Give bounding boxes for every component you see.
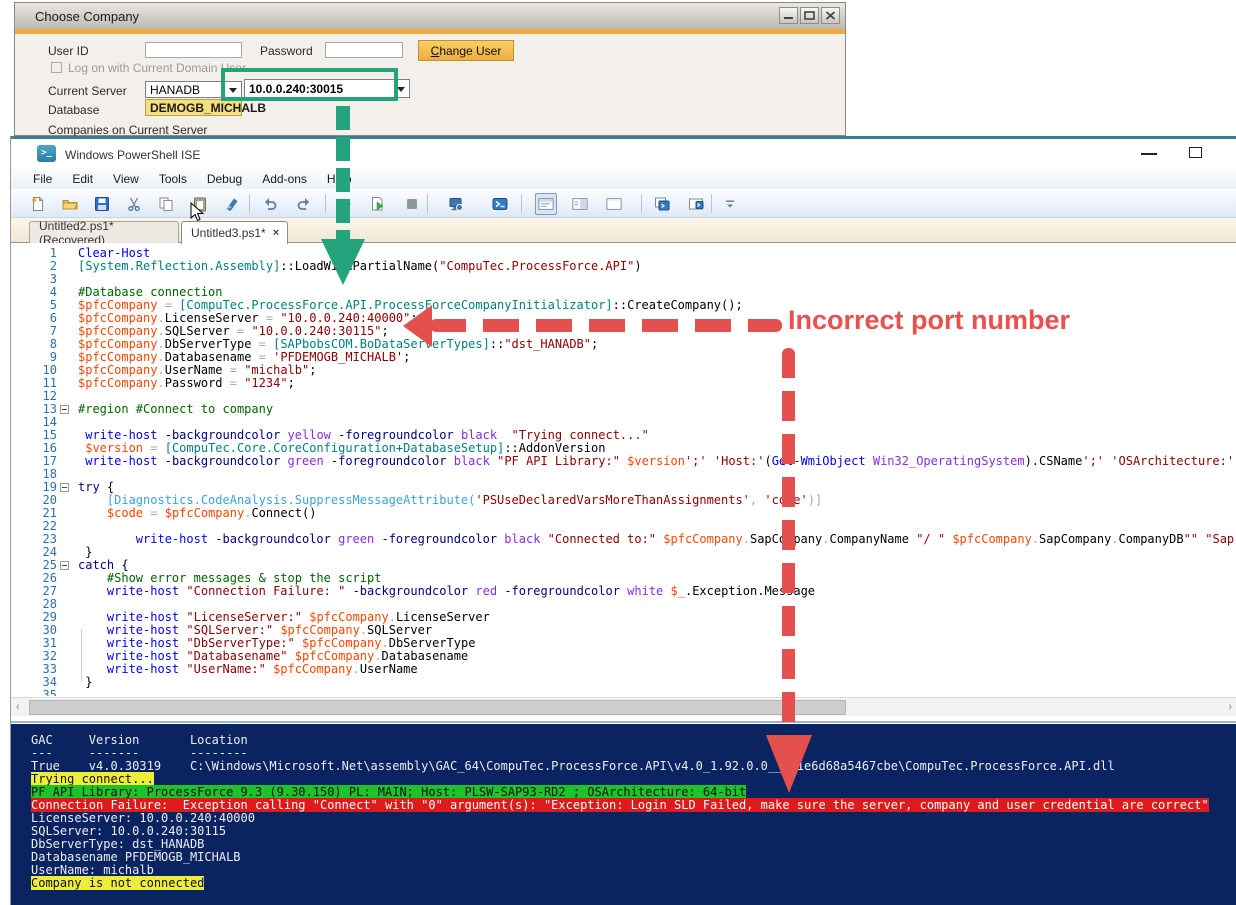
redo-icon[interactable] — [293, 193, 315, 215]
red-arrowhead-left — [403, 305, 432, 347]
choose-company-dialog: Choose Company User ID Password Change U… — [14, 2, 846, 136]
stop-icon[interactable] — [401, 193, 423, 215]
toolbar-separator — [711, 194, 712, 213]
toolbar-separator — [427, 194, 428, 213]
code-line: write-host "Connection Failure: " -backg… — [78, 585, 815, 598]
password-label: Password — [260, 44, 313, 58]
console-pane[interactable]: GAC Version Location--- ------- --------… — [11, 724, 1236, 905]
scroll-right-icon[interactable]: › — [1228, 701, 1232, 713]
red-dashed-arrow-line — [430, 319, 782, 332]
layout-script-max-icon[interactable] — [603, 193, 625, 215]
pane-divider — [11, 721, 1236, 723]
undo-icon[interactable] — [259, 193, 281, 215]
code-line: write-host "UserName:" $pfcCompany.UserN… — [78, 663, 418, 676]
menu-bar: FileEditViewToolsDebugAdd-onsHelp — [11, 168, 1236, 189]
toolbar-separator — [521, 194, 522, 213]
toolbar-separator — [641, 194, 642, 213]
console-line: True v4.0.30319 C:\Windows\Microsoft.Net… — [31, 760, 1115, 773]
new-remote-powershell-tab-icon[interactable] — [685, 193, 707, 215]
new-powershell-tab-icon[interactable] — [651, 193, 673, 215]
cut-icon[interactable] — [123, 193, 145, 215]
menu-edit[interactable]: Edit — [62, 170, 103, 188]
new-file-icon[interactable] — [27, 193, 49, 215]
window-title: Windows PowerShell ISE — [65, 148, 200, 162]
incorrect-port-annotation: Incorrect port number — [788, 305, 1070, 336]
remote-session-icon[interactable] — [445, 193, 467, 215]
code-line: } — [78, 676, 92, 689]
layout-script-right-icon[interactable] — [569, 193, 591, 215]
toolbar-separator — [325, 194, 326, 213]
red-arrowhead-down — [766, 735, 812, 793]
companies-label: Companies on Current Server — [48, 123, 207, 137]
open-folder-icon[interactable] — [59, 193, 81, 215]
menu-view[interactable]: View — [103, 170, 149, 188]
powershell-app-icon: >_ — [37, 145, 56, 162]
tab-close-icon[interactable]: × — [273, 227, 279, 239]
clear-console-icon[interactable] — [221, 193, 243, 215]
console-line: Company is not connected — [31, 877, 204, 890]
chevron-down-icon — [397, 87, 405, 92]
dialog-maximize-button[interactable] — [800, 7, 819, 24]
maximize-button[interactable] — [1189, 147, 1202, 158]
menu-tools[interactable]: Tools — [149, 170, 197, 188]
line-number: 35 — [21, 689, 57, 696]
menu-addons[interactable]: Add-ons — [252, 170, 317, 188]
user-id-label: User ID — [48, 44, 89, 58]
change-user-button[interactable]: Change User — [418, 40, 514, 61]
dialog-titlebar[interactable]: Choose Company — [15, 3, 845, 29]
fold-collapse-icon[interactable] — [60, 483, 69, 492]
green-highlight-box — [221, 68, 398, 101]
domain-user-checkbox[interactable] — [51, 62, 62, 73]
toolbar-separator — [249, 194, 250, 213]
minimize-button[interactable] — [1141, 153, 1157, 155]
dialog-minimize-button[interactable] — [779, 7, 798, 24]
mouse-cursor — [190, 202, 206, 229]
current-server-label: Current Server — [48, 84, 127, 98]
tab-untitled2-ps1-recovered-[interactable]: Untitled2.ps1*(Recovered) — [29, 221, 179, 243]
fold-collapse-icon[interactable] — [60, 561, 69, 570]
run-selection-icon[interactable] — [367, 193, 389, 215]
green-arrowhead-down — [321, 239, 365, 285]
editor-horizontal-scrollbar[interactable]: ‹ › — [11, 697, 1236, 716]
screenshot-root: Choose Company User ID Password Change U… — [0, 0, 1236, 905]
start-powershell-icon[interactable] — [489, 193, 511, 215]
database-value-field[interactable]: DEMOGB_MICHALB — [145, 99, 242, 116]
dialog-accent-bar — [15, 29, 845, 34]
code-line: $pfcCompany.Password = "1234"; — [78, 377, 295, 390]
ise-titlebar[interactable]: >_ Windows PowerShell ISE — [11, 139, 1236, 168]
overflow-icon[interactable] — [719, 193, 741, 215]
code-line: write-host -backgroundcolor green -foreg… — [78, 455, 1236, 468]
code-line: #region #Connect to company — [78, 403, 273, 416]
user-id-input[interactable] — [145, 42, 242, 58]
code-line: write-host -backgroundcolor green -foreg… — [78, 533, 1236, 546]
database-label: Database — [48, 103, 99, 117]
fold-collapse-icon[interactable] — [60, 405, 69, 414]
scrollbar-thumb[interactable] — [29, 700, 846, 715]
green-dashed-arrow-line — [336, 106, 350, 240]
scroll-left-icon[interactable]: ‹ — [16, 701, 20, 713]
copy-icon[interactable] — [155, 193, 177, 215]
code-line: $code = $pfcCompany.Connect() — [78, 507, 316, 520]
powershell-ise-window: >_ Windows PowerShell ISE FileEditViewTo… — [10, 136, 1236, 905]
password-input[interactable] — [325, 42, 403, 58]
menu-debug[interactable]: Debug — [197, 170, 252, 188]
dialog-close-button[interactable] — [821, 7, 840, 24]
dialog-title: Choose Company — [35, 9, 139, 24]
save-icon[interactable] — [91, 193, 113, 215]
red-dashed-arrow-vertical — [782, 348, 795, 732]
layout-script-top-icon[interactable] — [535, 193, 557, 215]
domain-user-checkbox-label: Log on with Current Domain User — [68, 61, 246, 75]
menu-file[interactable]: File — [23, 170, 62, 188]
